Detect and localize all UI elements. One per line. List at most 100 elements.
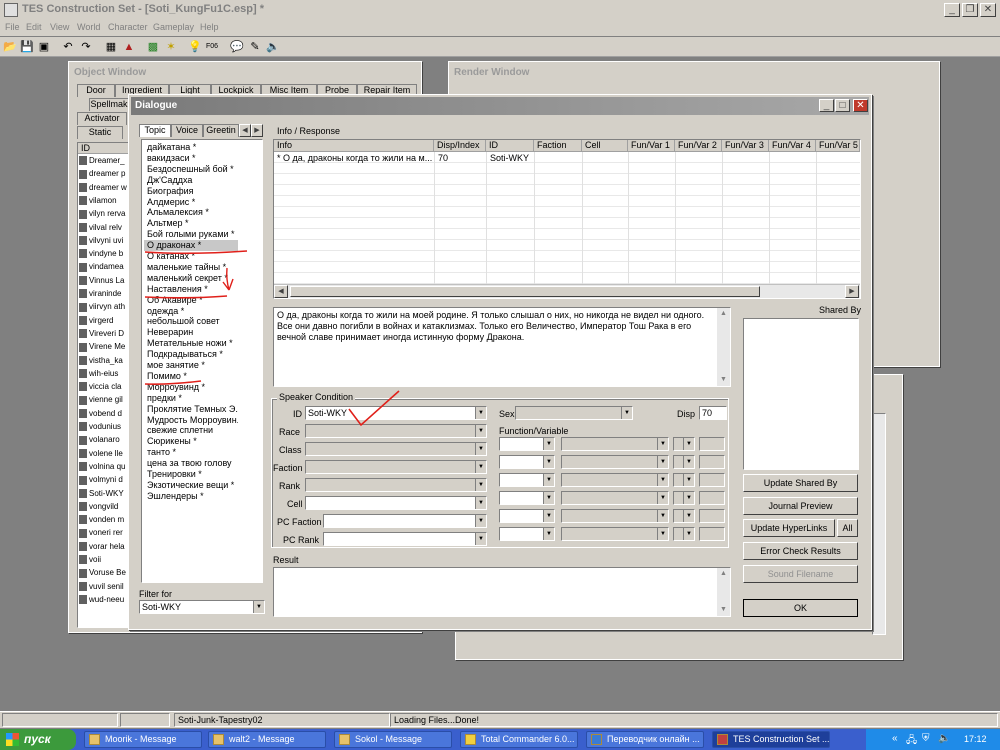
- topic-item[interactable]: Неверарин: [144, 327, 238, 338]
- chevron-down-icon[interactable]: ▼: [683, 510, 694, 522]
- object-list-item[interactable]: Dreamer_: [78, 155, 131, 167]
- start-button[interactable]: пуск: [0, 729, 76, 750]
- chevron-down-icon[interactable]: ▼: [543, 492, 554, 504]
- menu-view[interactable]: View: [50, 22, 69, 32]
- column-header-funvar5[interactable]: Fun/Var 5: [816, 140, 860, 152]
- object-list-item[interactable]: Voruse Be: [78, 567, 131, 579]
- topic-item[interactable]: Алдмерис *: [144, 197, 238, 208]
- close-icon[interactable]: ✕: [980, 3, 996, 17]
- undo-icon[interactable]: ↶: [60, 39, 76, 55]
- chevron-down-icon[interactable]: ▼: [475, 497, 486, 509]
- object-list-item[interactable]: viraninde: [78, 288, 131, 300]
- rank-combo[interactable]: ▼: [305, 478, 487, 492]
- pen-icon[interactable]: ✎: [247, 39, 263, 55]
- error-check-results-button[interactable]: Error Check Results: [743, 542, 858, 560]
- compare-operator-combo[interactable]: ▼: [673, 473, 695, 487]
- function-name-combo[interactable]: ▼: [561, 455, 669, 469]
- chevron-down-icon[interactable]: ▼: [683, 474, 694, 486]
- info-table-hscrollbar[interactable]: ◀ ▶: [274, 284, 860, 298]
- tab-scroll-left-icon[interactable]: ◀: [239, 124, 251, 137]
- grid-icon[interactable]: ▦: [103, 39, 119, 55]
- topic-item[interactable]: Сюрикены *: [144, 436, 238, 447]
- object-list-item[interactable]: vuvil senil: [78, 581, 131, 593]
- function-name-combo[interactable]: ▼: [561, 437, 669, 451]
- object-list-item[interactable]: Virene Me: [78, 341, 131, 353]
- chevron-down-icon[interactable]: ▼: [253, 601, 264, 613]
- info-table[interactable]: Info Disp/Index ID Faction Cell Fun/Var …: [273, 139, 861, 299]
- save-all-icon[interactable]: ▣: [36, 39, 52, 55]
- topic-item[interactable]: дайкатана *: [144, 142, 238, 153]
- topic-item[interactable]: одежда *: [144, 306, 238, 317]
- function-type-combo[interactable]: ▼: [499, 437, 555, 451]
- topic-item[interactable]: предки *: [144, 393, 238, 404]
- update-hyperlinks-button[interactable]: Update HyperLinks: [743, 519, 835, 537]
- chevron-down-icon[interactable]: ▼: [475, 515, 486, 527]
- chevron-down-icon[interactable]: ▼: [683, 438, 694, 450]
- function-value-input[interactable]: [699, 473, 725, 487]
- scroll-down-icon[interactable]: ▼: [717, 604, 730, 616]
- chevron-left-icon[interactable]: «: [892, 733, 898, 744]
- tab-spellmaking[interactable]: Spellmak: [89, 98, 129, 111]
- object-list-item[interactable]: vistha_ka: [78, 355, 131, 367]
- all-button[interactable]: All: [837, 519, 858, 537]
- task-tes-construction-set[interactable]: TES Construction Set ...: [712, 731, 830, 748]
- function-value-input[interactable]: [699, 437, 725, 451]
- scroll-thumb[interactable]: [290, 286, 760, 297]
- function-type-combo[interactable]: ▼: [499, 473, 555, 487]
- result-scrollbar[interactable]: ▲ ▼: [717, 568, 730, 616]
- tab-static[interactable]: Static: [77, 126, 123, 139]
- menu-help[interactable]: Help: [200, 22, 219, 32]
- column-header-cell[interactable]: Cell: [582, 140, 628, 152]
- class-combo[interactable]: ▼: [305, 442, 487, 456]
- filter-combo[interactable]: Soti-WKY ▼: [139, 600, 265, 614]
- chevron-down-icon[interactable]: ▼: [657, 474, 668, 486]
- task-total-commander[interactable]: Total Commander 6.0...: [460, 731, 578, 748]
- object-list-item[interactable]: vobend d: [78, 408, 131, 420]
- object-list-header-id[interactable]: ID: [78, 143, 131, 154]
- tab-door[interactable]: Door: [77, 84, 115, 97]
- network-icon[interactable]: 🖧: [906, 733, 917, 750]
- topic-item[interactable]: О катанах *: [144, 251, 238, 262]
- column-header-funvar2[interactable]: Fun/Var 2: [675, 140, 722, 152]
- column-header-faction[interactable]: Faction: [534, 140, 582, 152]
- scroll-up-icon[interactable]: ▲: [717, 568, 730, 580]
- task-moorik[interactable]: Moorik - Message: [84, 731, 202, 748]
- object-list-item[interactable]: vienne gil: [78, 394, 131, 406]
- function-value-input[interactable]: [699, 455, 725, 469]
- menu-world[interactable]: World: [77, 22, 100, 32]
- object-list-item[interactable]: volene lle: [78, 448, 131, 460]
- topic-item[interactable]: Об Акавире *: [144, 295, 238, 306]
- restore-icon[interactable]: ❐: [962, 3, 978, 17]
- chevron-down-icon[interactable]: ▼: [657, 438, 668, 450]
- object-list-item[interactable]: voneri rer: [78, 527, 131, 539]
- function-type-combo[interactable]: ▼: [499, 491, 555, 505]
- function-value-input[interactable]: [699, 527, 725, 541]
- column-header-funvar3[interactable]: Fun/Var 3: [722, 140, 769, 152]
- menu-file[interactable]: File: [5, 22, 20, 32]
- menu-character[interactable]: Character: [108, 22, 148, 32]
- column-header-id[interactable]: ID: [486, 140, 534, 152]
- topic-item[interactable]: вакидзаси *: [144, 153, 238, 164]
- redo-icon[interactable]: ↷: [78, 39, 94, 55]
- column-header-funvar1[interactable]: Fun/Var 1: [628, 140, 675, 152]
- result-textarea[interactable]: ▲ ▼: [273, 567, 731, 617]
- scroll-left-icon[interactable]: ◀: [274, 285, 288, 298]
- object-list-item[interactable]: dreamer w: [78, 182, 131, 194]
- topic-item[interactable]: Мудрость Морроувин...: [144, 415, 238, 426]
- object-list-item[interactable]: vindyne b: [78, 248, 131, 260]
- chevron-down-icon[interactable]: ▼: [475, 479, 486, 491]
- object-list-item[interactable]: volmyni d: [78, 474, 131, 486]
- chevron-down-icon[interactable]: ▼: [475, 533, 486, 545]
- id-combo[interactable]: Soti-WKY ▼: [305, 406, 487, 420]
- topic-item[interactable]: Экзотические вещи *: [144, 480, 238, 491]
- table-row[interactable]: * О да, драконы когда то жили на м... 70…: [274, 153, 860, 164]
- function-type-combo[interactable]: ▼: [499, 509, 555, 523]
- chevron-down-icon[interactable]: ▼: [475, 407, 486, 419]
- tab-activator[interactable]: Activator: [77, 112, 127, 125]
- topic-item[interactable]: маленькие тайны *: [144, 262, 238, 273]
- object-list-item[interactable]: virgerd: [78, 315, 131, 327]
- response-scrollbar[interactable]: ▲ ▼: [717, 308, 730, 386]
- function-name-combo[interactable]: ▼: [561, 473, 669, 487]
- object-list-item[interactable]: vilyn rerva: [78, 208, 131, 220]
- function-value-input[interactable]: [699, 509, 725, 523]
